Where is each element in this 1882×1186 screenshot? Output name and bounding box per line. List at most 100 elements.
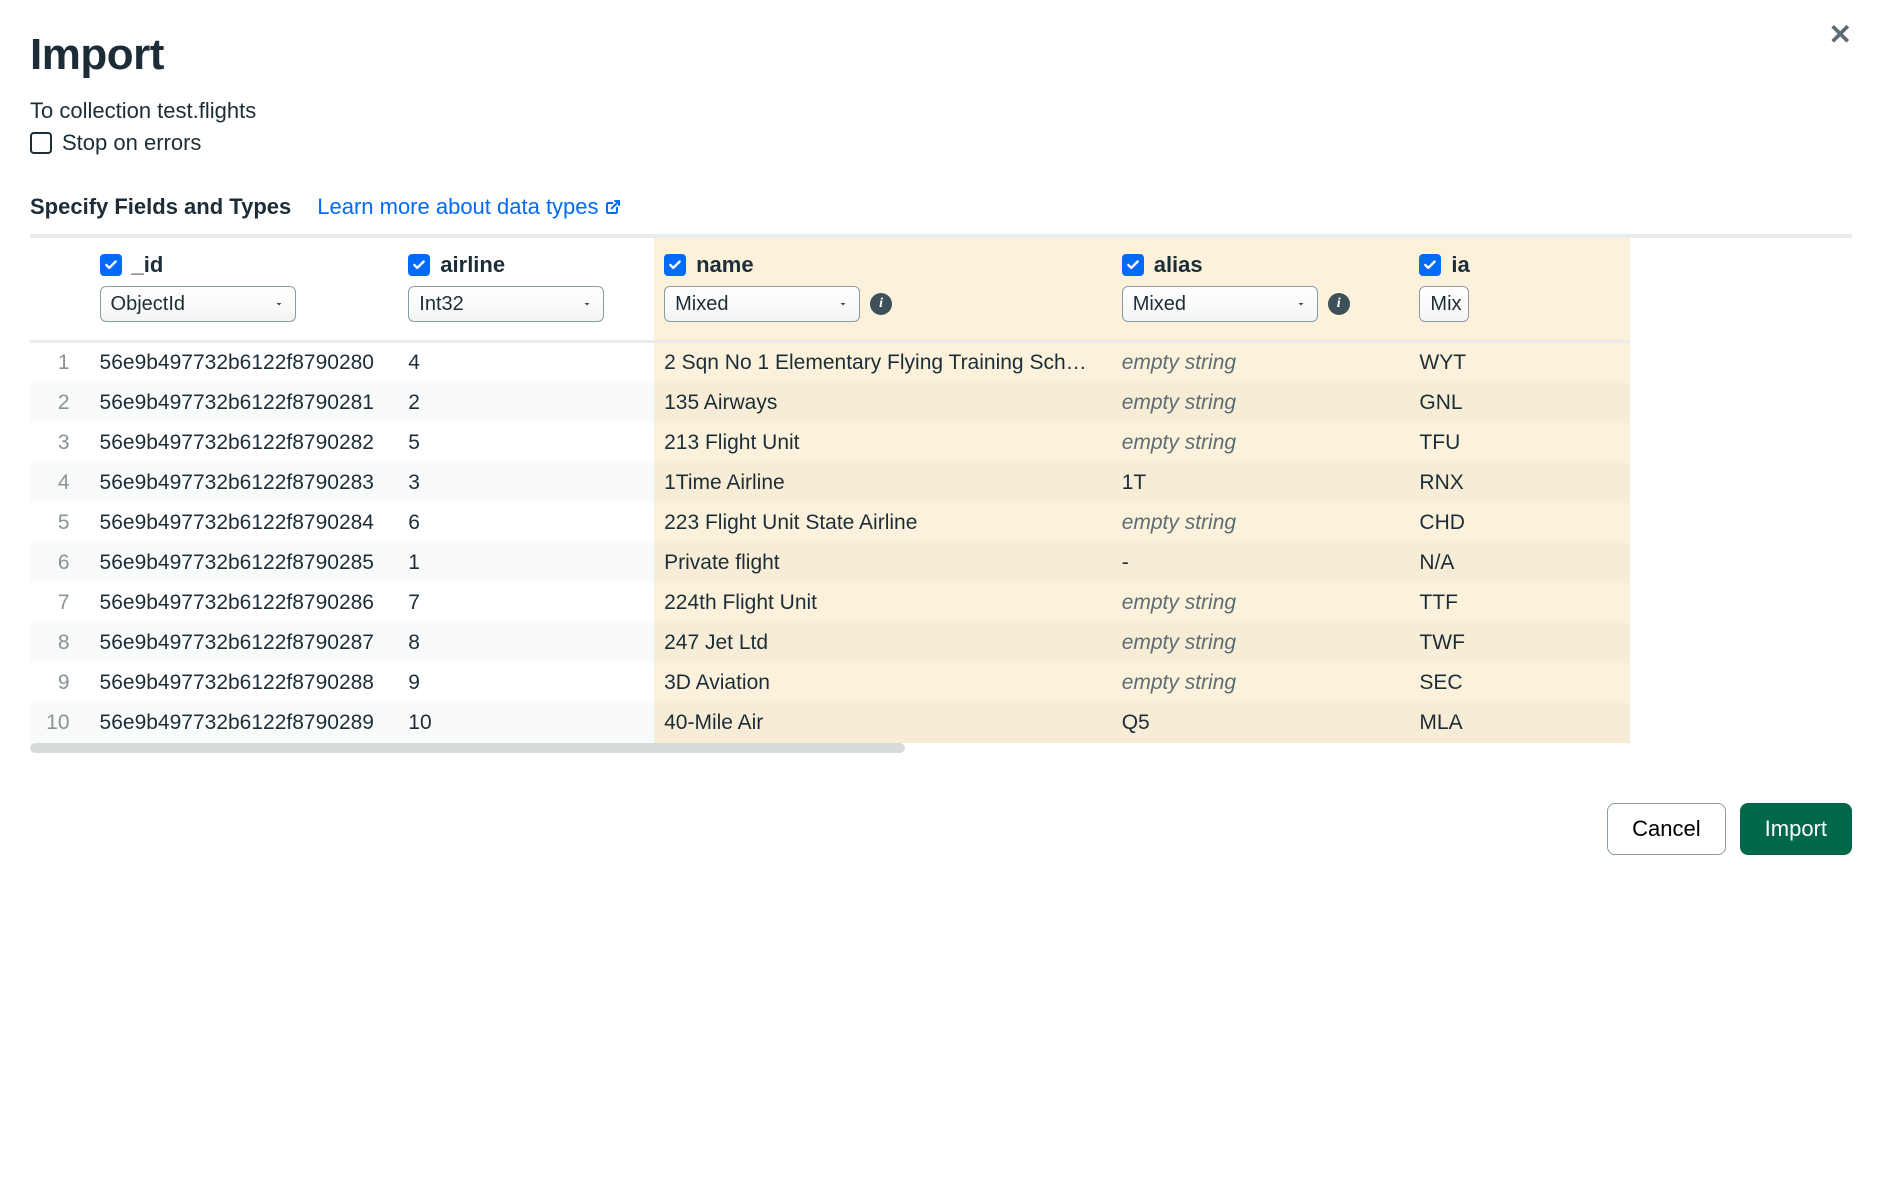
row-number: 4 xyxy=(30,463,90,503)
cell-_id: 56e9b497732b6122f8790284 xyxy=(90,503,399,543)
page-title: Import xyxy=(30,30,1852,80)
cell-_id: 56e9b497732b6122f8790286 xyxy=(90,583,399,623)
cell-name: Private flight xyxy=(654,543,1112,583)
column-header-airline: airline xyxy=(440,252,505,278)
cell-_id: 56e9b497732b6122f8790288 xyxy=(90,663,399,703)
column-include-checkbox-iata[interactable] xyxy=(1419,254,1441,276)
table-row: 256e9b497732b6122f87902812135 Airwaysemp… xyxy=(30,383,1630,423)
table-row: 756e9b497732b6122f87902867224th Flight U… xyxy=(30,583,1630,623)
column-header-_id: _id xyxy=(132,252,164,278)
cell-name: 135 Airways xyxy=(654,383,1112,423)
external-link-icon xyxy=(605,199,621,215)
cell-name: 2 Sqn No 1 Elementary Flying Training Sc… xyxy=(654,342,1112,384)
column-type-select-alias[interactable]: Mixed xyxy=(1122,286,1318,322)
cell-_id: 56e9b497732b6122f8790283 xyxy=(90,463,399,503)
cell-iata: SEC xyxy=(1409,663,1630,703)
table-row: 956e9b497732b6122f879028893D Aviationemp… xyxy=(30,663,1630,703)
import-button[interactable]: Import xyxy=(1740,803,1852,855)
cell-alias: empty string xyxy=(1112,663,1410,703)
cell-name: 247 Jet Ltd xyxy=(654,623,1112,663)
column-include-checkbox-alias[interactable] xyxy=(1122,254,1144,276)
table-row: 1056e9b497732b6122f87902891040-Mile AirQ… xyxy=(30,703,1630,743)
row-number: 1 xyxy=(30,342,90,384)
cell-airline: 9 xyxy=(398,663,654,703)
cell-iata: TFU xyxy=(1409,423,1630,463)
row-number: 10 xyxy=(30,703,90,743)
cell-airline: 3 xyxy=(398,463,654,503)
cell-alias: Q5 xyxy=(1112,703,1410,743)
column-type-select-_id[interactable]: ObjectId xyxy=(100,286,296,322)
cell-_id: 56e9b497732b6122f8790281 xyxy=(90,383,399,423)
cell-_id: 56e9b497732b6122f8790282 xyxy=(90,423,399,463)
column-include-checkbox-airline[interactable] xyxy=(408,254,430,276)
info-icon[interactable]: i xyxy=(1328,293,1350,315)
cell-_id: 56e9b497732b6122f8790280 xyxy=(90,342,399,384)
column-include-checkbox-name[interactable] xyxy=(664,254,686,276)
target-collection-label: To collection test.flights xyxy=(30,98,1852,124)
cell-alias: empty string xyxy=(1112,583,1410,623)
cell-name: 40-Mile Air xyxy=(654,703,1112,743)
cancel-button[interactable]: Cancel xyxy=(1607,803,1725,855)
column-header-alias: alias xyxy=(1154,252,1203,278)
cell-iata: TTF xyxy=(1409,583,1630,623)
row-number: 2 xyxy=(30,383,90,423)
cell-iata: RNX xyxy=(1409,463,1630,503)
cell-iata: CHD xyxy=(1409,503,1630,543)
cell-iata: WYT xyxy=(1409,342,1630,384)
table-row: 356e9b497732b6122f87902825213 Flight Uni… xyxy=(30,423,1630,463)
cell-alias: empty string xyxy=(1112,423,1410,463)
cell-name: 224th Flight Unit xyxy=(654,583,1112,623)
column-include-checkbox-_id[interactable] xyxy=(100,254,122,276)
stop-on-errors-label: Stop on errors xyxy=(62,130,201,156)
column-type-select-airline[interactable]: Int32 xyxy=(408,286,604,322)
cell-alias: empty string xyxy=(1112,383,1410,423)
specify-fields-label: Specify Fields and Types xyxy=(30,194,291,220)
horizontal-scrollbar[interactable] xyxy=(30,741,1852,755)
row-number: 7 xyxy=(30,583,90,623)
cell-alias: - xyxy=(1112,543,1410,583)
cell-alias: empty string xyxy=(1112,342,1410,384)
close-icon[interactable]: ✕ xyxy=(1829,18,1852,51)
column-type-value-_id: ObjectId xyxy=(111,293,185,316)
column-type-select-iata[interactable]: Mix xyxy=(1419,286,1469,322)
cell-airline: 10 xyxy=(398,703,654,743)
chevron-down-icon xyxy=(273,293,285,316)
table-row: 156e9b497732b6122f879028042 Sqn No 1 Ele… xyxy=(30,342,1630,384)
table-row: 856e9b497732b6122f87902878247 Jet Ltdemp… xyxy=(30,623,1630,663)
table-row: 556e9b497732b6122f87902846223 Flight Uni… xyxy=(30,503,1630,543)
cell-name: 213 Flight Unit xyxy=(654,423,1112,463)
cell-iata: MLA xyxy=(1409,703,1630,743)
table-row: 456e9b497732b6122f879028331Time Airline1… xyxy=(30,463,1630,503)
row-number: 9 xyxy=(30,663,90,703)
horizontal-scrollbar-thumb[interactable] xyxy=(30,743,905,753)
cell-_id: 56e9b497732b6122f8790287 xyxy=(90,623,399,663)
chevron-down-icon xyxy=(581,293,593,316)
table-row: 656e9b497732b6122f87902851Private flight… xyxy=(30,543,1630,583)
row-number: 8 xyxy=(30,623,90,663)
cell-name: 223 Flight Unit State Airline xyxy=(654,503,1112,543)
column-type-value-alias: Mixed xyxy=(1133,293,1186,316)
column-type-value-name: Mixed xyxy=(675,293,728,316)
cell-iata: GNL xyxy=(1409,383,1630,423)
row-number: 3 xyxy=(30,423,90,463)
cell-iata: N/A xyxy=(1409,543,1630,583)
row-number: 5 xyxy=(30,503,90,543)
cell-airline: 8 xyxy=(398,623,654,663)
info-icon[interactable]: i xyxy=(870,293,892,315)
cell-airline: 2 xyxy=(398,383,654,423)
stop-on-errors-checkbox[interactable] xyxy=(30,132,52,154)
preview-table: _idObjectIdairlineInt32nameMixedialiasMi… xyxy=(30,238,1630,743)
preview-table-wrap: _idObjectIdairlineInt32nameMixedialiasMi… xyxy=(30,234,1852,755)
cell-airline: 5 xyxy=(398,423,654,463)
cell-iata: TWF xyxy=(1409,623,1630,663)
row-number: 6 xyxy=(30,543,90,583)
column-type-value-airline: Int32 xyxy=(419,293,463,316)
cell-alias: 1T xyxy=(1112,463,1410,503)
cell-name: 1Time Airline xyxy=(654,463,1112,503)
chevron-down-icon xyxy=(1295,293,1307,316)
cell-name: 3D Aviation xyxy=(654,663,1112,703)
cell-_id: 56e9b497732b6122f8790285 xyxy=(90,543,399,583)
learn-more-link[interactable]: Learn more about data types xyxy=(317,194,620,220)
cell-_id: 56e9b497732b6122f8790289 xyxy=(90,703,399,743)
column-type-select-name[interactable]: Mixed xyxy=(664,286,860,322)
